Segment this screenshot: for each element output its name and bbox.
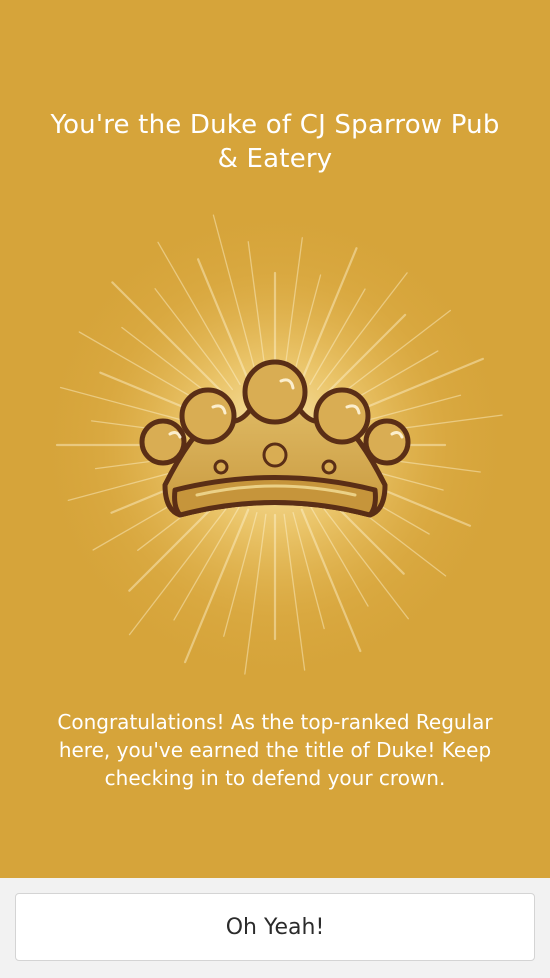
crown-badge: [25, 185, 525, 705]
duke-dialog: You're the Duke of CJ Sparrow Pub & Eate…: [0, 0, 550, 878]
dialog-footer: Oh Yeah!: [0, 878, 550, 978]
oh-yeah-button[interactable]: Oh Yeah!: [15, 893, 535, 961]
dialog-title: You're the Duke of CJ Sparrow Pub & Eate…: [50, 110, 500, 174]
congratulations-message: Congratulations! As the top-ranked Regul…: [57, 710, 493, 790]
crown-icon: [30, 200, 520, 690]
